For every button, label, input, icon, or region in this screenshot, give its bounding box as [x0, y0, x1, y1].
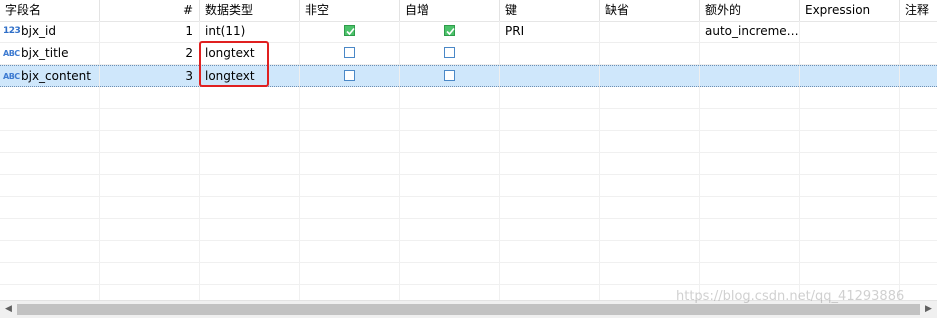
default-cell[interactable]: [600, 66, 700, 87]
field-index: 2: [100, 43, 200, 64]
column-header-index[interactable]: #: [100, 0, 200, 21]
empty-row: [0, 87, 937, 109]
column-header-not-null[interactable]: 非空: [300, 0, 400, 21]
column-header-extra[interactable]: 额外的: [700, 0, 800, 21]
comment-cell[interactable]: [900, 43, 937, 64]
empty-row: [0, 109, 937, 131]
empty-row: [0, 263, 937, 285]
field-name: bjx_title: [21, 46, 69, 60]
default-cell[interactable]: [600, 43, 700, 64]
empty-row: [0, 241, 937, 263]
grid-header: 字段名 # 数据类型 非空 自增 键 缺省 额外的 Expression 注释: [0, 0, 937, 22]
not-null-cell[interactable]: [300, 66, 400, 87]
auto-increment-cell[interactable]: [400, 21, 500, 42]
auto-increment-checkbox[interactable]: [444, 70, 455, 81]
numeric-type-icon: 123: [3, 26, 21, 36]
empty-row: [0, 197, 937, 219]
expression-cell[interactable]: [800, 43, 900, 64]
field-name: bjx_content: [21, 69, 91, 83]
extra-cell[interactable]: [700, 66, 800, 87]
field-name-cell[interactable]: ABCbjx_title: [0, 43, 100, 64]
scroll-left-arrow-icon[interactable]: ◀: [0, 301, 17, 318]
comment-cell[interactable]: [900, 21, 937, 42]
scroll-right-arrow-icon[interactable]: ▶: [920, 301, 937, 318]
column-header-key[interactable]: 键: [500, 0, 600, 21]
expression-cell[interactable]: [800, 66, 900, 87]
extra-cell[interactable]: auto_increme…: [700, 21, 800, 42]
column-header-default[interactable]: 缺省: [600, 0, 700, 21]
empty-row: [0, 153, 937, 175]
field-name-cell[interactable]: ABCbjx_content: [0, 66, 100, 87]
not-null-checkbox[interactable]: [344, 47, 355, 58]
not-null-checkbox[interactable]: [344, 70, 355, 81]
not-null-cell[interactable]: [300, 43, 400, 64]
field-name-cell[interactable]: 123bjx_id: [0, 21, 100, 42]
table-row[interactable]: ABCbjx_title 2 longtext: [0, 43, 937, 65]
text-type-icon: ABC: [3, 72, 20, 81]
field-index: 1: [100, 21, 200, 42]
default-cell[interactable]: [600, 21, 700, 42]
empty-row: [0, 131, 937, 153]
text-type-icon: ABC: [3, 49, 20, 58]
empty-row: [0, 219, 937, 241]
column-header-data-type[interactable]: 数据类型: [200, 0, 300, 21]
column-header-comment[interactable]: 注释: [900, 0, 937, 21]
scrollbar-thumb[interactable]: [17, 304, 920, 315]
key-cell[interactable]: [500, 66, 600, 87]
auto-increment-checkbox[interactable]: [444, 25, 455, 36]
key-cell[interactable]: [500, 43, 600, 64]
annotation-highlight-box: [199, 41, 269, 87]
auto-increment-cell[interactable]: [400, 43, 500, 64]
comment-cell[interactable]: [900, 66, 937, 87]
expression-cell[interactable]: [800, 21, 900, 42]
auto-increment-cell[interactable]: [400, 66, 500, 87]
empty-row: [0, 175, 937, 197]
not-null-checkbox[interactable]: [344, 25, 355, 36]
watermark: https://blog.csdn.net/qq_41293886: [676, 289, 905, 304]
field-index: 3: [100, 66, 200, 87]
table-row-selected[interactable]: ABCbjx_content 3 longtext: [0, 65, 937, 87]
table-row[interactable]: 123bjx_id 1 int(11) PRI auto_increme…: [0, 21, 937, 43]
fields-grid: 字段名 # 数据类型 非空 自增 键 缺省 额外的 Expression 注释 …: [0, 0, 937, 300]
not-null-cell[interactable]: [300, 21, 400, 42]
auto-increment-checkbox[interactable]: [444, 47, 455, 58]
field-name: bjx_id: [21, 24, 57, 38]
column-header-field-name[interactable]: 字段名: [0, 0, 100, 21]
column-header-auto-increment[interactable]: 自增: [400, 0, 500, 21]
key-cell[interactable]: PRI: [500, 21, 600, 42]
column-header-expression[interactable]: Expression: [800, 0, 900, 21]
data-type-cell[interactable]: int(11): [200, 21, 300, 42]
extra-cell[interactable]: [700, 43, 800, 64]
